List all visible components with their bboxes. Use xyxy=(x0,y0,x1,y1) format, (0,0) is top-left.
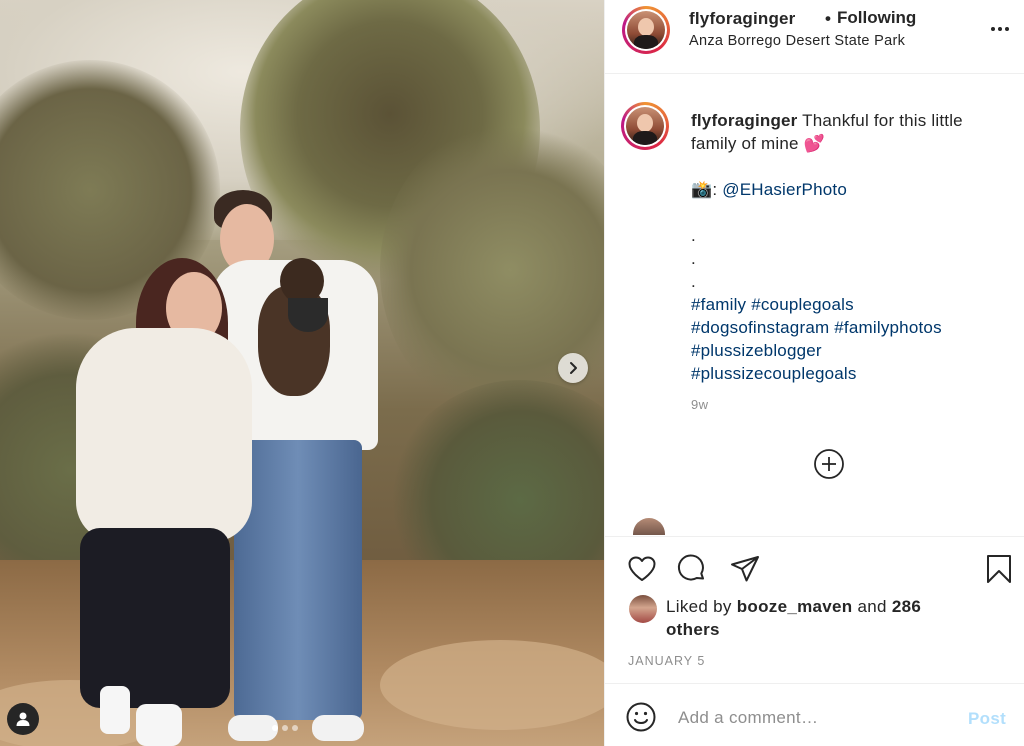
comment-icon[interactable] xyxy=(676,553,708,585)
caption-timestamp[interactable]: 9w xyxy=(691,397,708,412)
caption-dot: . xyxy=(691,226,696,245)
likes-connector: and xyxy=(857,597,887,616)
carousel-dot xyxy=(272,725,278,731)
comment-input[interactable] xyxy=(678,706,948,730)
camera-emoji: 📸 xyxy=(691,180,713,199)
author-avatar-image xyxy=(627,11,665,49)
share-icon[interactable] xyxy=(729,553,761,585)
load-more-comments-icon[interactable] xyxy=(813,448,845,480)
photo-credit-mention[interactable]: @EHasierPhoto xyxy=(722,180,847,199)
heart-icon[interactable] xyxy=(626,553,658,585)
photo-dirt xyxy=(380,640,604,730)
bookmark-icon[interactable] xyxy=(983,553,1015,585)
next-comment-avatar[interactable] xyxy=(633,518,665,535)
caption-dot: . xyxy=(691,272,696,291)
add-comment-bar: Post xyxy=(605,683,1024,746)
caption-avatar-border xyxy=(624,105,666,147)
carousel-dot xyxy=(292,725,298,731)
ellipsis-icon xyxy=(991,27,1009,31)
photo-woman-boot xyxy=(136,704,182,746)
photo-dog xyxy=(250,258,342,408)
chevron-right-icon xyxy=(570,362,577,374)
photo-man-shoe xyxy=(312,715,364,741)
photo-woman-boot xyxy=(100,686,130,734)
post-location[interactable]: Anza Borrego Desert State Park xyxy=(689,33,905,49)
author-avatar[interactable] xyxy=(622,6,670,54)
post-photo[interactable] xyxy=(0,0,604,746)
photo-credit-prefix: : xyxy=(712,180,723,199)
photo-woman-sweater xyxy=(76,328,252,542)
follow-separator: • xyxy=(825,9,831,28)
post-comment-button[interactable]: Post xyxy=(968,709,1006,729)
post-header: flyforaginger • Following Anza Borrego D… xyxy=(605,0,1024,74)
likes-prefix: Liked by xyxy=(666,597,732,616)
smiley-icon[interactable] xyxy=(625,701,657,733)
author-username[interactable]: flyforaginger xyxy=(689,9,796,29)
author-avatar-border xyxy=(625,9,667,51)
post-side-panel: flyforaginger • Following Anza Borrego D… xyxy=(604,0,1024,746)
hashtag-link[interactable]: #familyphotos xyxy=(834,318,942,337)
caption-author-avatar[interactable] xyxy=(621,102,669,150)
caption-dot: . xyxy=(691,249,696,268)
more-options-button[interactable] xyxy=(988,17,1012,41)
hashtag-link[interactable]: #plussizeblogger xyxy=(691,341,822,360)
user-icon xyxy=(16,712,30,726)
carousel-dot xyxy=(282,725,288,731)
post-actions: Liked by booze_maven and 286 others JANU… xyxy=(605,536,1024,682)
comments-section[interactable]: flyforaginger Thankful for this little f… xyxy=(605,75,1024,535)
photo-dog-bandana xyxy=(288,298,328,332)
likes-summary: Liked by booze_maven and 286 others xyxy=(666,595,966,641)
post-caption: flyforaginger Thankful for this little f… xyxy=(691,109,1011,385)
photo-woman-pants xyxy=(80,528,230,708)
caption-avatar-image xyxy=(626,107,664,145)
post-date[interactable]: JANUARY 5 xyxy=(628,654,705,668)
hashtag-link[interactable]: #family xyxy=(691,295,746,314)
caption-username[interactable]: flyforaginger xyxy=(691,111,798,130)
hashtag-link[interactable]: #dogsofinstagram xyxy=(691,318,829,337)
carousel-next-button[interactable] xyxy=(558,353,588,383)
carousel-indicator xyxy=(272,725,298,731)
photo-woman xyxy=(76,258,256,746)
liker-username[interactable]: booze_maven xyxy=(737,597,853,616)
hashtag-link[interactable]: #plussizecouplegoals xyxy=(691,364,857,383)
hashtag-link[interactable]: #couplegoals xyxy=(751,295,854,314)
liker-avatar[interactable] xyxy=(629,595,657,623)
tagged-users-button[interactable] xyxy=(7,703,39,735)
following-button[interactable]: Following xyxy=(837,8,916,28)
